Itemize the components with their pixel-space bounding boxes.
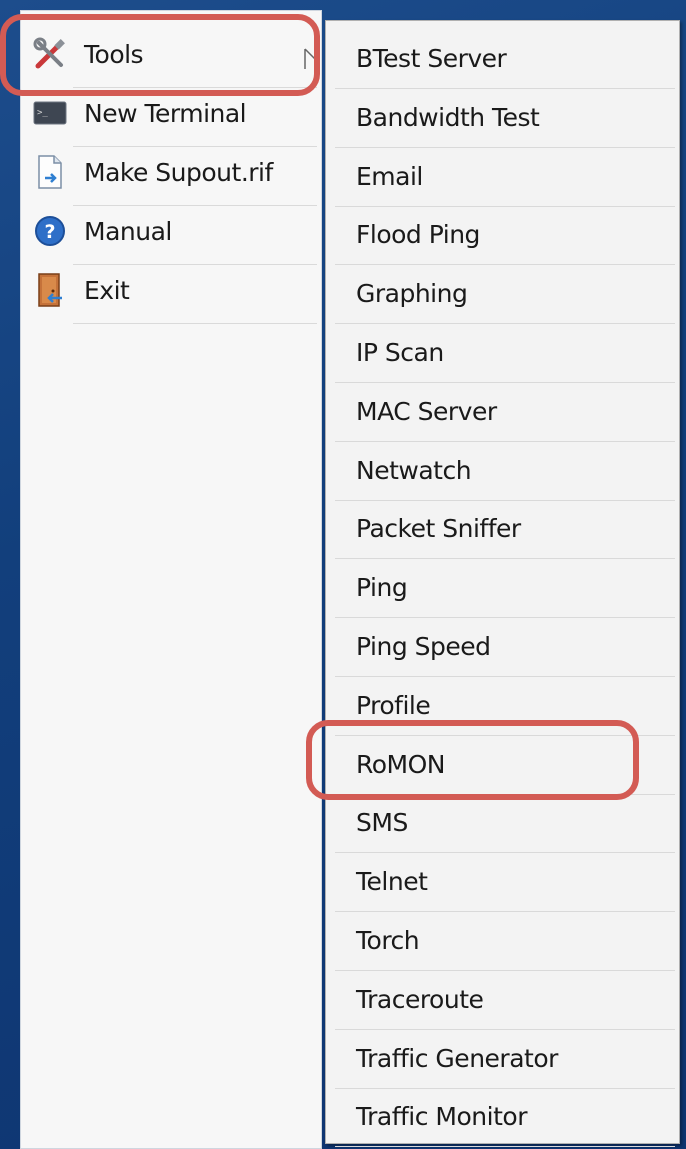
main-menu: Tools >_ New Terminal Make Supout.rif ? … bbox=[20, 10, 322, 1149]
svg-text:?: ? bbox=[44, 221, 55, 243]
submenu-item-label: Graphing bbox=[356, 279, 468, 309]
submenu-item-email[interactable]: Email bbox=[335, 149, 675, 207]
menu-item-label: Exit bbox=[84, 275, 130, 305]
submenu-item-label: Netwatch bbox=[356, 455, 472, 485]
submenu-item-ip-scan[interactable]: IP Scan bbox=[335, 325, 675, 383]
submenu-item-packet-sniffer[interactable]: Packet Sniffer bbox=[335, 501, 675, 560]
menu-item-label: New Terminal bbox=[84, 98, 247, 128]
submenu-item-flood-ping[interactable]: Flood Ping bbox=[335, 207, 675, 266]
submenu-item-traffic-monitor[interactable]: Traffic Monitor bbox=[335, 1089, 675, 1148]
menu-item-manual[interactable]: ? Manual bbox=[21, 202, 321, 260]
submenu-item-label: Ping Speed bbox=[356, 632, 491, 661]
submenu-item-label: Profile bbox=[356, 690, 431, 720]
submenu-item-ping-speed[interactable]: Ping Speed bbox=[335, 619, 675, 677]
highlight-romon bbox=[306, 720, 639, 800]
submenu-item-label: MAC Server bbox=[356, 396, 497, 426]
highlight-tools bbox=[0, 14, 320, 96]
submenu-item-netwatch[interactable]: Netwatch bbox=[335, 443, 675, 501]
submenu-item-label: Flood Ping bbox=[356, 220, 480, 250]
document-icon bbox=[33, 155, 67, 189]
submenu-item-label: Telnet bbox=[356, 867, 428, 897]
submenu-item-label: Torch bbox=[356, 926, 420, 955]
submenu-item-label: Traffic Generator bbox=[356, 1043, 558, 1073]
submenu-item-label: Bandwidth Test bbox=[356, 102, 540, 132]
submenu-item-traceroute[interactable]: Traceroute bbox=[335, 972, 675, 1030]
menu-item-label: Manual bbox=[84, 216, 172, 246]
submenu-item-label: SMS bbox=[356, 808, 408, 838]
submenu-item-graphing[interactable]: Graphing bbox=[335, 266, 675, 325]
submenu-item-btest-server[interactable]: BTest Server bbox=[335, 31, 675, 89]
submenu-item-torch[interactable]: Torch bbox=[335, 913, 675, 971]
submenu-item-label: Packet Sniffer bbox=[356, 514, 521, 544]
submenu-item-traffic-generator[interactable]: Traffic Generator bbox=[335, 1031, 675, 1089]
submenu-item-label: Traceroute bbox=[356, 984, 484, 1014]
submenu-item-mac-server[interactable]: MAC Server bbox=[335, 384, 675, 442]
menu-item-make-supout[interactable]: Make Supout.rif bbox=[21, 143, 321, 201]
terminal-icon: >_ bbox=[33, 96, 67, 130]
exit-door-icon bbox=[33, 273, 67, 307]
submenu-item-bandwidth-test[interactable]: Bandwidth Test bbox=[335, 90, 675, 148]
submenu-item-label: Traffic Monitor bbox=[356, 1102, 527, 1132]
menu-item-label: Make Supout.rif bbox=[84, 157, 273, 187]
submenu-item-label: Ping bbox=[356, 573, 408, 603]
submenu-item-sms[interactable]: SMS bbox=[335, 795, 675, 854]
svg-text:>_: >_ bbox=[37, 108, 48, 118]
submenu-item-label: Email bbox=[356, 161, 423, 191]
tools-submenu: BTest Server Bandwidth Test Email Flood Pin… bbox=[325, 20, 680, 1148]
submenu-item-ping[interactable]: Ping bbox=[335, 560, 675, 619]
help-icon: ? bbox=[33, 214, 67, 248]
menu-divider bbox=[73, 323, 317, 324]
submenu-item-label: BTest Server bbox=[356, 44, 507, 73]
submenu-item-label: IP Scan bbox=[356, 338, 444, 367]
submenu-item-telnet[interactable]: Telnet bbox=[335, 854, 675, 913]
menu-item-exit[interactable]: Exit bbox=[21, 261, 321, 319]
